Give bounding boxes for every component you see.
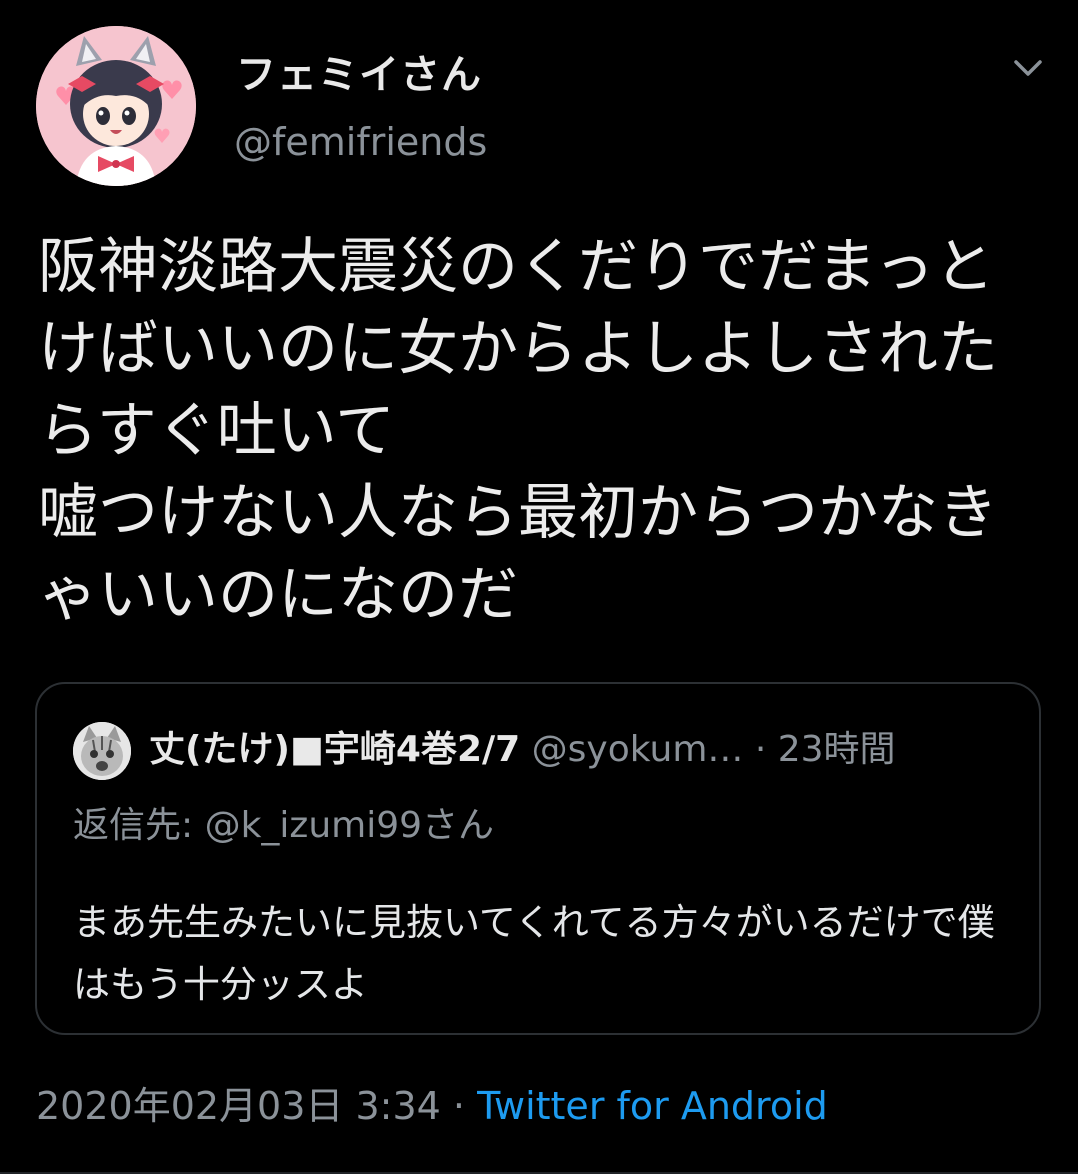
timestamp[interactable]: 2020年02月03日 3:34 (36, 1084, 441, 1128)
quote-separator: · (743, 729, 778, 770)
quote-text: まあ先生みたいに見抜いてくれてる方々がいるだけで僕はもう十分ッスよ (73, 901, 995, 1006)
tweet-footer: 2020年02月03日 3:34 · Twitter for Android (36, 1080, 828, 1132)
cat-avatar-illustration (73, 722, 131, 780)
display-name[interactable]: フェミイさん (236, 42, 482, 100)
user-handle[interactable]: @femifriends (234, 120, 487, 164)
quote-time: 23時間 (777, 729, 896, 770)
quote-reply-to: 返信先: @k_izumi99さん (73, 805, 495, 846)
chevron-down-icon[interactable] (1010, 50, 1046, 86)
tweet-text: 阪神淡路大震災のくだりでだまっとけばいいのに女からよしよしされたらすぐ吐いて 嘘… (38, 232, 998, 630)
tweet: フェミイさん @femifriends 阪神淡路大震災のくだりでだまっとけばいい… (0, 0, 1078, 1174)
quote-avatar (73, 722, 131, 780)
footer-separator: · (440, 1084, 478, 1128)
quoted-tweet[interactable]: 丈(たけ)■宇崎4巻2/7 @syokum… · 23時間 返信先: @k_iz… (35, 682, 1041, 1035)
quote-handle: @syokum… (531, 729, 744, 770)
avatar[interactable] (36, 26, 196, 186)
source-link[interactable]: Twitter for Android (477, 1084, 828, 1128)
quote-header: 丈(たけ)■宇崎4巻2/7 @syokum… · 23時間 (149, 724, 896, 776)
quote-display-name: 丈(たけ)■宇崎4巻2/7 (149, 729, 521, 770)
avatar-illustration (36, 26, 196, 186)
